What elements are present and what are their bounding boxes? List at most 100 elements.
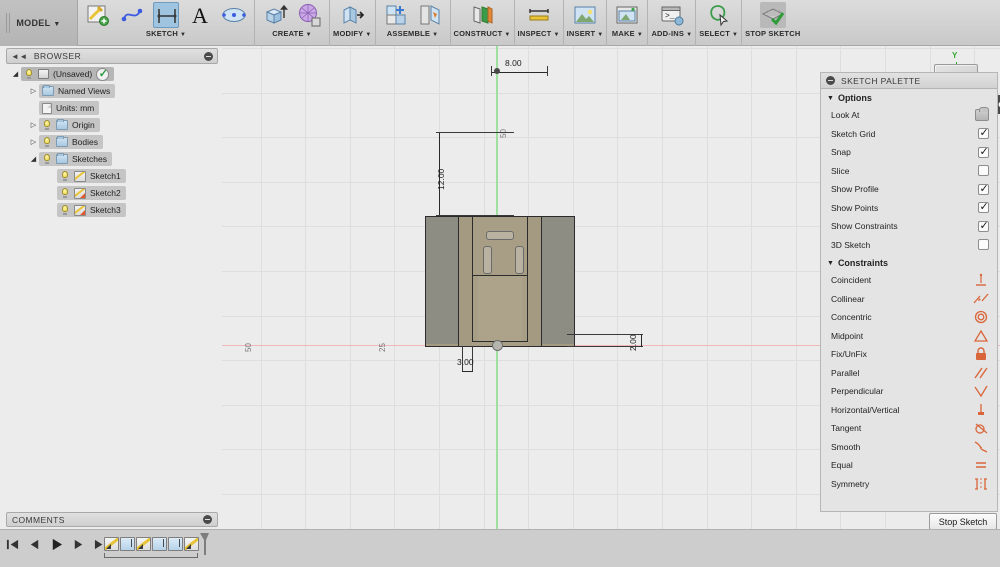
chevron-down-icon[interactable]: ▼: [180, 32, 186, 38]
timeline-step-back-button[interactable]: [28, 538, 41, 551]
browser-node-row[interactable]: Sketches: [39, 152, 112, 166]
timeline-feature-sketch3[interactable]: [184, 537, 199, 551]
browser-node-row[interactable]: Bodies: [39, 135, 103, 149]
palette-row-slice[interactable]: Slice: [821, 162, 997, 181]
browser-node-named-views[interactable]: ▷ Named Views: [10, 83, 220, 99]
visibility-bulb-icon[interactable]: [42, 154, 52, 164]
browser-collapse-icon[interactable]: ◄◄: [11, 52, 28, 61]
browser-node-units-mm[interactable]: Units: mm: [10, 100, 220, 116]
palette-row-smooth[interactable]: Smooth: [821, 438, 997, 457]
palette-section-constraints[interactable]: ▼ Constraints: [821, 254, 997, 271]
palette-row-symmetry[interactable]: Symmetry: [821, 475, 997, 494]
toolbar-button-sketch-5[interactable]: [217, 0, 251, 28]
chevron-down-icon[interactable]: ▼: [432, 32, 438, 38]
palette-row-concentric[interactable]: Concentric: [821, 308, 997, 327]
palette-row-coincident[interactable]: Coincident: [821, 271, 997, 290]
toolbar-button-create-1[interactable]: [258, 0, 292, 28]
palette-row-show-profile[interactable]: Show Profile: [821, 180, 997, 199]
palette-row-parallel[interactable]: Parallel: [821, 364, 997, 383]
timeline-go-to-start-button[interactable]: [6, 538, 19, 551]
palette-row-tangent[interactable]: Tangent: [821, 419, 997, 438]
chevron-down-icon[interactable]: ▼: [732, 32, 738, 38]
toolbar-caption-assemble[interactable]: ASSEMBLE ▼: [379, 29, 447, 38]
timeline-marker[interactable]: [200, 533, 209, 555]
equal-icon[interactable]: [973, 458, 989, 472]
browser-node-bodies[interactable]: ▷ Bodies: [10, 134, 220, 150]
handle-glyph-left[interactable]: [483, 246, 492, 274]
handle-glyph-right[interactable]: [515, 246, 524, 274]
dim-bot-text[interactable]: 3.00: [457, 357, 474, 367]
expand-arrow-closed-icon[interactable]: ▷: [28, 87, 39, 95]
profile-face-right[interactable]: [542, 216, 575, 344]
browser-node-row[interactable]: Sketch2: [57, 186, 126, 200]
palette-row-3d-sketch[interactable]: 3D Sketch: [821, 236, 997, 255]
midpoint-icon[interactable]: [973, 329, 989, 343]
palette-options-icon[interactable]: [826, 76, 835, 85]
palette-row-midpoint[interactable]: Midpoint: [821, 327, 997, 346]
toolbar-button-sketch-1[interactable]: [81, 0, 115, 28]
sketch-profile[interactable]: [425, 216, 575, 347]
look-at-icon[interactable]: [975, 107, 989, 122]
browser-node-row[interactable]: Sketch1: [57, 169, 126, 183]
concentric-icon[interactable]: [973, 310, 989, 324]
palette-row-show-constraints[interactable]: Show Constraints: [821, 217, 997, 236]
dim-right-text[interactable]: 2.00: [628, 334, 638, 351]
checkbox-3d-sketch[interactable]: [978, 239, 989, 251]
toolbar-button-construct[interactable]: [465, 0, 499, 28]
browser-node-sketch3[interactable]: Sketch3: [10, 202, 220, 218]
toolbar-button-assemble-1[interactable]: [379, 0, 413, 28]
expand-arrow-open-icon[interactable]: ◢: [28, 155, 39, 163]
browser-node-row[interactable]: Origin: [39, 118, 100, 132]
toolbar-button-stop-sketch[interactable]: [756, 0, 790, 28]
browser-node-row[interactable]: Sketch3: [57, 203, 126, 217]
chevron-down-icon[interactable]: ▼: [365, 32, 371, 38]
visibility-bulb-icon[interactable]: [42, 137, 52, 147]
chevron-down-icon[interactable]: ▼: [686, 32, 692, 38]
toolbar-caption-inspect[interactable]: INSPECT ▼: [518, 29, 560, 38]
handle-glyph-top[interactable]: [486, 231, 514, 240]
timeline-feature-extrude3[interactable]: [168, 537, 183, 551]
chevron-down-icon[interactable]: ▼: [827, 260, 834, 267]
workspace-switcher[interactable]: MODEL ▼: [0, 0, 78, 46]
chevron-down-icon[interactable]: ▼: [827, 95, 834, 102]
origin-point[interactable]: [492, 340, 503, 351]
toolbar-button-inspect[interactable]: [522, 0, 556, 28]
palette-row-fix-unfix[interactable]: Fix/UnFix: [821, 345, 997, 364]
palette-row-show-points[interactable]: Show Points: [821, 199, 997, 218]
visibility-bulb-icon[interactable]: [60, 205, 70, 215]
timeline-feature-extrude2[interactable]: [152, 537, 167, 551]
expand-arrow-closed-icon[interactable]: ▷: [28, 138, 39, 146]
comments-header[interactable]: COMMENTS: [6, 512, 218, 527]
browser-node-unsaved[interactable]: ◢ (Unsaved): [10, 66, 220, 82]
palette-stop-sketch-button[interactable]: Stop Sketch: [929, 513, 997, 530]
collinear-icon[interactable]: [973, 292, 989, 306]
chevron-down-icon[interactable]: ▼: [504, 32, 510, 38]
toolbar-caption-select[interactable]: SELECT ▼: [699, 29, 738, 38]
toolbar-button-assemble-2[interactable]: [413, 0, 447, 28]
chevron-down-icon[interactable]: ▼: [553, 32, 559, 38]
browser-node-row[interactable]: Named Views: [39, 84, 116, 98]
checkbox-sketch-grid[interactable]: [978, 126, 989, 140]
checkbox-snap[interactable]: [978, 145, 989, 158]
toolbar-button-sketch-4[interactable]: A: [183, 0, 217, 28]
sketch-point-top[interactable]: [494, 68, 500, 74]
timeline-feature-sketch2[interactable]: [136, 537, 151, 551]
browser-node-sketches[interactable]: ◢ Sketches: [10, 151, 220, 167]
visibility-bulb-icon[interactable]: [60, 188, 70, 198]
checkbox-slice[interactable]: [978, 165, 989, 177]
checkbox-show-profile[interactable]: [978, 182, 989, 195]
palette-section-options[interactable]: ▼ Options: [821, 89, 997, 106]
palette-row-perpendicular[interactable]: Perpendicular: [821, 382, 997, 401]
dim-left-text[interactable]: 12.00: [436, 169, 446, 190]
parallel-icon[interactable]: [973, 366, 989, 380]
visibility-bulb-icon[interactable]: [24, 69, 34, 79]
browser-node-row[interactable]: Units: mm: [39, 101, 100, 115]
toolbar-caption-sketch[interactable]: SKETCH ▼: [81, 29, 251, 38]
browser-options-icon[interactable]: [204, 51, 213, 61]
toolbar-caption-construct[interactable]: CONSTRUCT ▼: [454, 29, 511, 38]
timeline-step-forward-button[interactable]: [72, 538, 85, 551]
chevron-down-icon[interactable]: ▼: [597, 32, 603, 38]
palette-row-snap[interactable]: Snap: [821, 143, 997, 162]
palette-row-look-at[interactable]: Look At: [821, 106, 997, 125]
toolbar-button-sketch-2[interactable]: [115, 0, 149, 28]
